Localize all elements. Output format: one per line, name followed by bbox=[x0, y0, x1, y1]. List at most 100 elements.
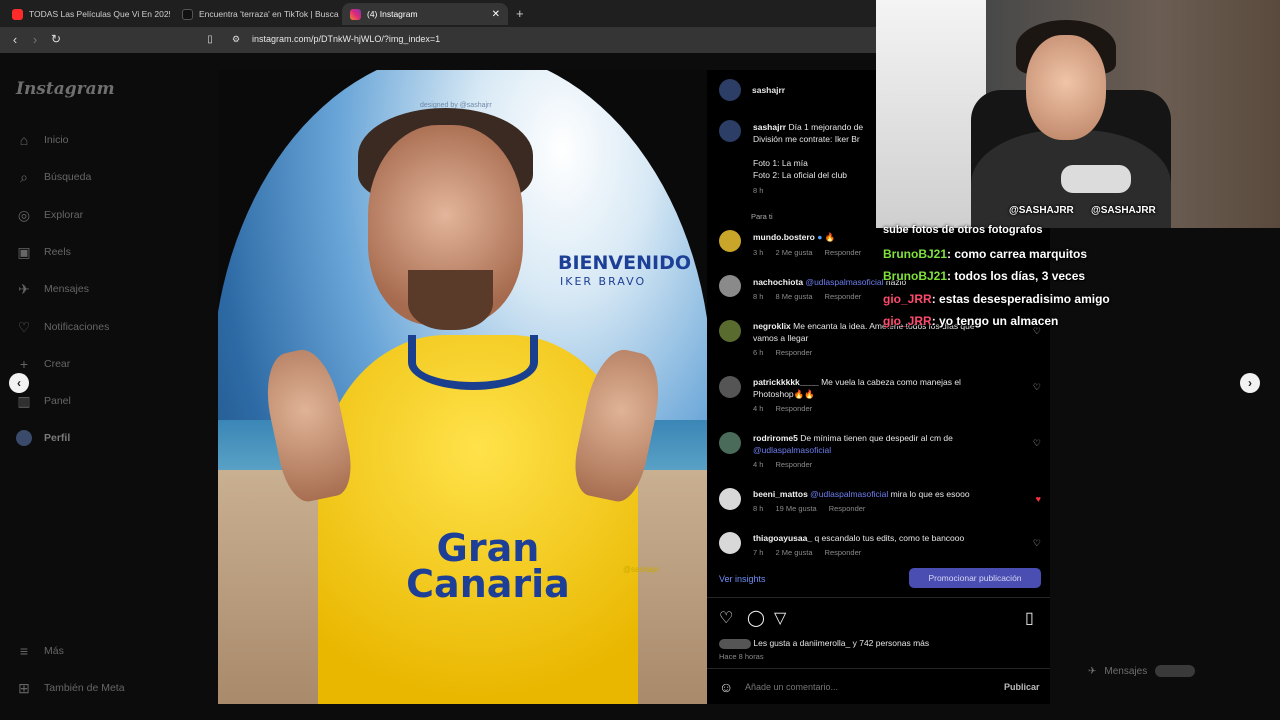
new-tab-icon[interactable]: + bbox=[516, 6, 524, 21]
likes-text[interactable]: Les gusta a daniimerolla_ y 742 personas… bbox=[753, 638, 929, 648]
reply-button[interactable]: Responder bbox=[825, 292, 862, 301]
comment-time: 6 h bbox=[753, 348, 764, 357]
youtube-icon bbox=[12, 8, 23, 20]
view-insights-link[interactable]: Ver insights bbox=[719, 574, 766, 584]
comment-avatar[interactable] bbox=[719, 275, 741, 297]
comment-text-2: vamos a llegar bbox=[753, 333, 809, 343]
comment-time: 8 h bbox=[753, 292, 764, 301]
reply-button[interactable]: Responder bbox=[775, 404, 812, 413]
messages-bubble[interactable]: ✈ Mensajes bbox=[1088, 665, 1196, 677]
reply-button[interactable]: Responder bbox=[775, 460, 812, 469]
like-comment-icon[interactable]: ♡ bbox=[1033, 538, 1041, 549]
back-icon[interactable]: ‹ bbox=[7, 32, 23, 47]
jersey-collar bbox=[408, 335, 538, 390]
liked-heart-icon[interactable]: ♥ bbox=[1036, 494, 1041, 504]
sidebar-item-crear[interactable]: + Crear bbox=[16, 356, 70, 372]
caption-line-2: División me contrate: Iker Br bbox=[753, 134, 860, 144]
tab-youtube[interactable]: TODAS Las Películas Que Vi En 2025 bbox=[4, 3, 170, 25]
chat-message: BrunoBJ21: todos los días, 3 veces bbox=[883, 269, 1085, 283]
reload-icon[interactable]: ↻ bbox=[48, 32, 64, 46]
save-icon[interactable]: ▯ bbox=[1025, 608, 1034, 628]
chat-username: gio_JRR bbox=[883, 292, 932, 306]
comment-avatar[interactable] bbox=[719, 432, 741, 454]
caption-line-1: sashajrr Día 1 mejorando de bbox=[753, 121, 863, 133]
microphone bbox=[1061, 165, 1131, 193]
like-comment-icon[interactable]: ♡ bbox=[1033, 382, 1041, 393]
publish-button[interactable]: Publicar bbox=[1004, 682, 1040, 692]
comment-mention[interactable]: @udlaspalmasoficial bbox=[753, 444, 831, 456]
comment-body: De mínima tienen que despedir al cm de bbox=[800, 433, 953, 443]
reply-button[interactable]: Responder bbox=[775, 348, 812, 357]
reply-button[interactable]: Responder bbox=[829, 504, 866, 513]
emoji-icon[interactable]: ☺ bbox=[719, 679, 733, 695]
comment-avatar[interactable] bbox=[719, 532, 741, 554]
comment-input[interactable] bbox=[745, 678, 975, 696]
sidebar-item-perfil[interactable]: Perfil bbox=[16, 430, 70, 446]
next-post-arrow[interactable]: › bbox=[1240, 373, 1260, 393]
comment-avatar[interactable] bbox=[719, 376, 741, 398]
forward-icon[interactable]: › bbox=[27, 32, 43, 47]
comment-username[interactable]: beeni_mattos bbox=[753, 489, 808, 499]
sidebar-item-label: Búsqueda bbox=[44, 171, 92, 183]
promote-post-button[interactable]: Promocionar publicación bbox=[909, 568, 1041, 588]
comment-body: q escandalo tus edits, como te bancooo bbox=[814, 533, 965, 543]
close-icon[interactable]: ✕ bbox=[492, 9, 500, 20]
comment-username[interactable]: patrickkkkk____ bbox=[753, 377, 819, 387]
sidebar-item-panel[interactable]: ▥ Panel bbox=[16, 393, 70, 409]
comment-username[interactable]: rodrirome5 bbox=[753, 433, 798, 443]
author-avatar[interactable] bbox=[719, 79, 741, 101]
liker-avatars bbox=[719, 638, 751, 649]
url-field[interactable]: instagram.com/p/DTnkW-hjWLO/?img_index=1 bbox=[252, 34, 440, 44]
like-icon[interactable]: ♡ bbox=[719, 608, 733, 628]
reply-button[interactable]: Responder bbox=[825, 548, 862, 557]
caption-time: 8 h bbox=[753, 186, 764, 195]
site-settings-icon[interactable]: ⚙ bbox=[228, 34, 244, 45]
comment-username[interactable]: mundo.bostero bbox=[753, 232, 815, 242]
comment-username[interactable]: nachochiota bbox=[753, 277, 803, 287]
sidebar-item-explorar[interactable]: ◎ Explorar bbox=[16, 207, 83, 223]
tab-instagram[interactable]: (4) Instagram ✕ bbox=[342, 3, 508, 25]
comment-time: 3 h bbox=[753, 248, 764, 257]
bookmark-icon[interactable]: ▯ bbox=[202, 34, 218, 45]
comment-time: 4 h bbox=[753, 404, 764, 413]
caption-line-4: Foto 2: La oficial del club bbox=[753, 170, 848, 180]
sidebar-item-reels[interactable]: ▣ Reels bbox=[16, 244, 70, 260]
comment-mention[interactable]: @udlaspalmasoficial bbox=[805, 277, 883, 287]
author-username[interactable]: sashajrr bbox=[752, 84, 785, 96]
designed-by-credit: designed by @sashajrr bbox=[420, 102, 492, 109]
comment-username[interactable]: negroklix bbox=[753, 321, 791, 331]
share-icon[interactable]: ▽ bbox=[774, 608, 786, 628]
sidebar-item-busqueda[interactable]: ⌕ Búsqueda bbox=[16, 169, 91, 185]
jersey-sponsor: Gran Canaria bbox=[388, 529, 588, 606]
comment-likes: 2 Me gusta bbox=[775, 248, 813, 257]
like-comment-icon[interactable]: ♡ bbox=[1033, 438, 1041, 449]
comment-filter[interactable]: Para ti bbox=[751, 212, 773, 221]
caption-avatar[interactable] bbox=[719, 120, 741, 142]
instagram-logo[interactable]: Instagram bbox=[16, 79, 115, 99]
sidebar-item-mensajes[interactable]: ✈ Mensajes bbox=[16, 281, 89, 297]
comment-meta: 8 h 8 Me gusta Responder bbox=[753, 292, 861, 301]
caption-username[interactable]: sashajrr bbox=[753, 122, 786, 132]
sidebar-item-label: Perfil bbox=[44, 432, 71, 444]
sidebar-item-meta[interactable]: ⊞ También de Meta bbox=[16, 680, 125, 696]
sidebar-item-notificaciones[interactable]: ♡ Notificaciones bbox=[16, 319, 110, 335]
reply-button[interactable]: Responder bbox=[825, 248, 862, 257]
sidebar-item-inicio[interactable]: ⌂ Inicio bbox=[16, 132, 69, 148]
comment-avatar[interactable] bbox=[719, 488, 741, 510]
watermark: @sashajrr bbox=[623, 565, 660, 574]
comment-username[interactable]: thiagoayusaa_ bbox=[753, 533, 812, 543]
sidebar-item-label: Inicio bbox=[44, 134, 69, 146]
sidebar-item-label: Más bbox=[44, 645, 64, 657]
sidebar-item-mas[interactable]: ≡ Más bbox=[16, 643, 64, 659]
comment-icon[interactable]: ◯ bbox=[747, 608, 765, 628]
post-image[interactable]: designed by @sashajrr BIENVENIDO IKER BR… bbox=[218, 70, 707, 704]
comment-avatar[interactable] bbox=[719, 230, 741, 252]
tab-tiktok[interactable]: Encuentra 'terraza' en TikTok | Busca bbox=[174, 3, 340, 25]
sponsor-line-2: Canaria bbox=[406, 562, 570, 606]
comment-meta: 8 h 19 Me gusta Responder bbox=[753, 504, 865, 513]
sidebar-item-label: También de Meta bbox=[44, 682, 125, 694]
prev-post-arrow[interactable]: ‹ bbox=[9, 373, 29, 393]
verified-icon: ● bbox=[817, 232, 823, 242]
comment-mention[interactable]: @udlaspalmasoficial bbox=[810, 489, 888, 499]
comment-avatar[interactable] bbox=[719, 320, 741, 342]
